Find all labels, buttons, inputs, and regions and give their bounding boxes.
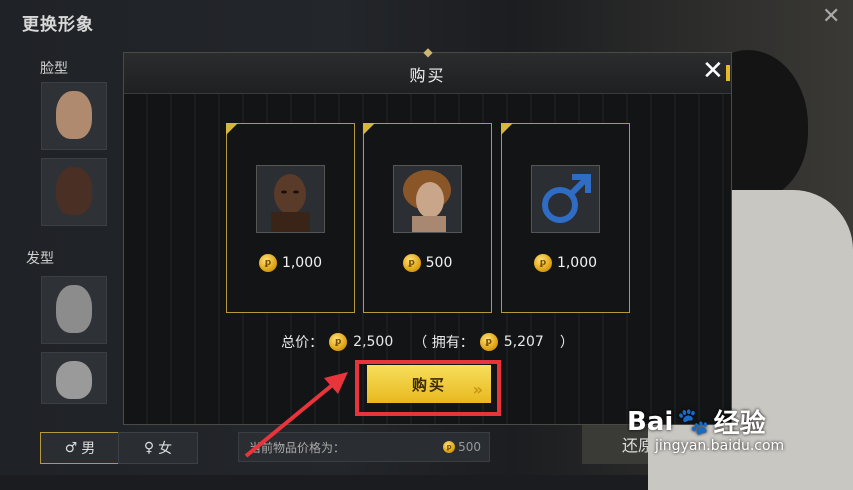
selected-corner-icon — [363, 123, 375, 135]
close-icon[interactable]: ✕ — [702, 57, 724, 85]
item-card-hair[interactable]: ꝑ 500 — [363, 123, 492, 313]
watermark-logo: Bai — [627, 406, 674, 437]
gender-female-button[interactable]: ♀ 女 — [118, 432, 198, 464]
selected-corner-icon — [501, 123, 513, 135]
item-card-face[interactable]: ꝑ 1,000 — [226, 123, 355, 313]
male-icon: ♂ — [64, 440, 78, 456]
close-icon[interactable]: ✕ — [822, 4, 840, 29]
owned-label: （ 拥有： — [413, 335, 474, 351]
coin-icon: ꝑ — [329, 333, 348, 351]
coin-icon: ꝑ — [258, 254, 277, 272]
gender-male-label: 男 — [81, 441, 96, 457]
total-value: 2,500 — [353, 334, 394, 350]
totals-row: 总价： ꝑ 2,500 （ 拥有： ꝑ 5,207 ） — [124, 332, 731, 352]
gender-female-label: 女 — [158, 441, 173, 457]
face-section-label: 脸型 — [40, 61, 68, 77]
annotation-highlight-box — [355, 360, 501, 416]
gender-male-button[interactable]: ♂ 男 — [40, 432, 120, 464]
header-accent — [726, 65, 730, 81]
coin-icon: ꝑ — [533, 254, 552, 272]
male-symbol-icon — [531, 165, 600, 233]
hair-section-label: 发型 — [26, 251, 54, 267]
watermark-url: jingyan.baidu.com — [655, 438, 785, 454]
dialog-title: 购买 — [409, 66, 446, 85]
owned-close: ） — [559, 335, 574, 351]
item-price: 1,000 — [281, 255, 323, 271]
coin-icon: ꝑ — [479, 333, 498, 351]
paw-icon: 🐾 — [677, 406, 710, 437]
hair-thumb-2[interactable] — [41, 352, 107, 404]
ornament-icon: ◆ — [423, 45, 433, 59]
face-portrait-icon — [256, 165, 325, 233]
baidu-watermark: Bai 🐾 经验 jingyan.baidu.com — [627, 403, 842, 455]
page-title: 更换形象 — [22, 15, 94, 35]
total-label: 总价： — [281, 335, 324, 351]
face-thumb-1[interactable] — [41, 82, 107, 150]
owned-value: 5,207 — [503, 334, 544, 350]
dialog-header: ◆ 购买 ✕ — [124, 45, 731, 94]
curly-hair-portrait-icon — [393, 165, 462, 233]
coin-icon: ꝑ — [402, 254, 421, 272]
hair-thumb-1[interactable] — [41, 276, 107, 344]
current-price-value: 500 — [458, 440, 481, 454]
watermark-suffix: 经验 — [713, 409, 766, 439]
female-icon: ♀ — [143, 440, 155, 456]
selected-corner-icon — [226, 123, 238, 135]
item-price: 500 — [425, 255, 453, 271]
annotation-arrow-icon — [244, 372, 348, 458]
item-price: 1,000 — [556, 255, 598, 271]
item-card-gender[interactable]: ꝑ 1,000 — [501, 123, 630, 313]
face-thumb-2[interactable] — [41, 158, 107, 226]
coin-icon: ꝑ — [443, 441, 456, 453]
